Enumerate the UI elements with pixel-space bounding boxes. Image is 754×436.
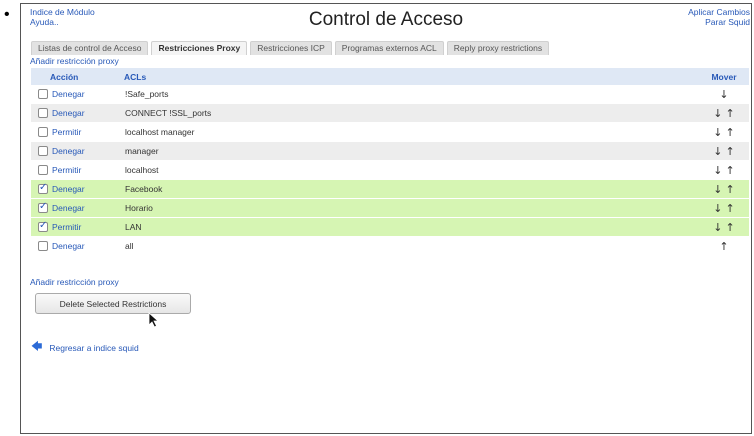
- row-move-controls: ↓ ↑: [699, 222, 749, 233]
- move-up-icon[interactable]: ↑: [726, 108, 735, 119]
- row-move-controls: ↑: [699, 241, 749, 252]
- row-acl-text: localhost manager: [125, 127, 195, 137]
- row-move-controls: ↓ ↑: [699, 127, 749, 138]
- row-action-link[interactable]: Permitir: [52, 127, 125, 137]
- move-up-icon[interactable]: ↑: [726, 146, 735, 157]
- move-down-icon[interactable]: ↓: [719, 89, 728, 100]
- stop-squid-link[interactable]: Parar Squid: [688, 17, 750, 27]
- move-up-icon[interactable]: ↑: [726, 127, 735, 138]
- row-acl-text: all: [125, 241, 134, 251]
- webmin-frame: Indice de Módulo Ayuda.. Control de Acce…: [20, 3, 752, 434]
- row-checkbox[interactable]: [38, 182, 48, 194]
- move-up-icon[interactable]: ↑: [726, 203, 735, 214]
- move-up-icon[interactable]: ↑: [726, 184, 735, 195]
- back-to-squid-index[interactable]: 🡄 Regresar a indice squid: [31, 338, 139, 357]
- row-checkbox[interactable]: [38, 241, 48, 251]
- row-move-controls: ↓ ↑: [699, 165, 749, 176]
- move-down-icon[interactable]: ↓: [713, 222, 722, 233]
- row-checkbox[interactable]: [38, 146, 48, 156]
- row-acl-text: Facebook: [125, 184, 163, 194]
- row-action-link[interactable]: Permitir: [52, 222, 125, 232]
- column-header-action: Acción: [50, 71, 79, 82]
- row-move-controls: ↓: [699, 89, 749, 100]
- row-move-controls: ↓ ↑: [699, 203, 749, 214]
- row-move-controls: ↓ ↑: [699, 184, 749, 195]
- move-down-icon[interactable]: ↓: [713, 108, 722, 119]
- row-acl-text: CONNECT !SSL_ports: [125, 108, 212, 118]
- row-move-controls: ↓ ↑: [699, 146, 749, 157]
- add-proxy-restriction-link-top[interactable]: Añadir restricción proxy: [30, 56, 119, 66]
- row-acl-text: manager: [125, 146, 159, 156]
- table-body: Denegar !Safe_ports ↓ Denegar CONNECT !SSL_p…: [31, 85, 749, 256]
- row-checkbox[interactable]: [38, 89, 48, 99]
- move-down-icon[interactable]: ↓: [713, 146, 722, 157]
- tab-external-acl-programs[interactable]: Programas externos ACL: [334, 41, 444, 55]
- table-row: Denegar CONNECT !SSL_ports ↓ ↑: [31, 104, 749, 123]
- move-down-icon[interactable]: ↓: [713, 127, 722, 138]
- row-action-link[interactable]: Denegar: [52, 146, 125, 156]
- row-acl-text: LAN: [125, 222, 142, 232]
- column-header-move: Mover: [711, 71, 737, 82]
- add-proxy-restriction-link-bottom[interactable]: Añadir restricción proxy: [30, 277, 119, 287]
- table-row: Denegar manager ↓ ↑: [31, 142, 749, 161]
- move-up-icon[interactable]: ↑: [726, 222, 735, 233]
- row-acl-text: localhost: [125, 165, 159, 175]
- header-right-links: Aplicar Cambios Parar Squid: [688, 7, 750, 27]
- move-up-icon[interactable]: ↑: [719, 241, 728, 252]
- tab-bar: Listas de control de Acceso Restriccione…: [31, 41, 550, 55]
- row-checkbox[interactable]: [38, 127, 48, 137]
- row-action-link[interactable]: Denegar: [52, 89, 125, 99]
- restrictions-table: Acción ACLs Mover Denegar !Safe_ports ↓ Den…: [31, 68, 749, 256]
- mouse-pointer-icon: [148, 312, 160, 328]
- row-move-controls: ↓ ↑: [699, 108, 749, 119]
- table-header: Acción ACLs Mover: [31, 68, 749, 85]
- delete-selected-restrictions-button[interactable]: Delete Selected Restrictions: [35, 293, 191, 314]
- back-arrow-icon: 🡄: [31, 340, 43, 353]
- row-action-link[interactable]: Denegar: [52, 184, 125, 194]
- table-row: Permitir localhost manager ↓ ↑: [31, 123, 749, 142]
- table-row: PermitirLAN↓↑: [31, 218, 749, 237]
- tab-proxy-restrictions[interactable]: Restricciones Proxy: [151, 41, 248, 55]
- row-checkbox[interactable]: [38, 165, 48, 175]
- row-acl-text: !Safe_ports: [125, 89, 169, 99]
- row-checkbox[interactable]: [38, 201, 48, 213]
- column-header-acls: ACLs: [124, 71, 147, 82]
- row-acl-text: Horario: [125, 203, 153, 213]
- table-row: Denegar !Safe_ports ↓: [31, 85, 749, 104]
- move-down-icon[interactable]: ↓: [713, 165, 722, 176]
- row-action-link[interactable]: Denegar: [52, 108, 125, 118]
- move-down-icon[interactable]: ↓: [713, 184, 722, 195]
- page-title: Control de Acceso: [308, 9, 464, 30]
- table-row: DenegarHorario↓↑: [31, 199, 749, 218]
- list-bullet: •: [4, 6, 10, 23]
- table-row: DenegarFacebook↓↑: [31, 180, 749, 199]
- table-row: Denegar all ↑: [31, 237, 749, 256]
- row-checkbox[interactable]: [38, 220, 48, 232]
- row-checkbox[interactable]: [38, 108, 48, 118]
- table-row: Permitir localhost ↓ ↑: [31, 161, 749, 180]
- move-up-icon[interactable]: ↑: [726, 165, 735, 176]
- apply-changes-link[interactable]: Aplicar Cambios: [688, 7, 750, 17]
- tab-access-control-lists[interactable]: Listas de control de Acceso: [31, 41, 149, 55]
- row-action-link[interactable]: Denegar: [52, 241, 125, 251]
- move-down-icon[interactable]: ↓: [713, 203, 722, 214]
- back-link-label[interactable]: Regresar a indice squid: [49, 343, 138, 353]
- tab-icp-restrictions[interactable]: Restricciones ICP: [250, 41, 332, 55]
- tab-reply-proxy-restrictions[interactable]: Reply proxy restrictions: [446, 41, 550, 55]
- row-action-link[interactable]: Permitir: [52, 165, 125, 175]
- row-action-link[interactable]: Denegar: [52, 203, 125, 213]
